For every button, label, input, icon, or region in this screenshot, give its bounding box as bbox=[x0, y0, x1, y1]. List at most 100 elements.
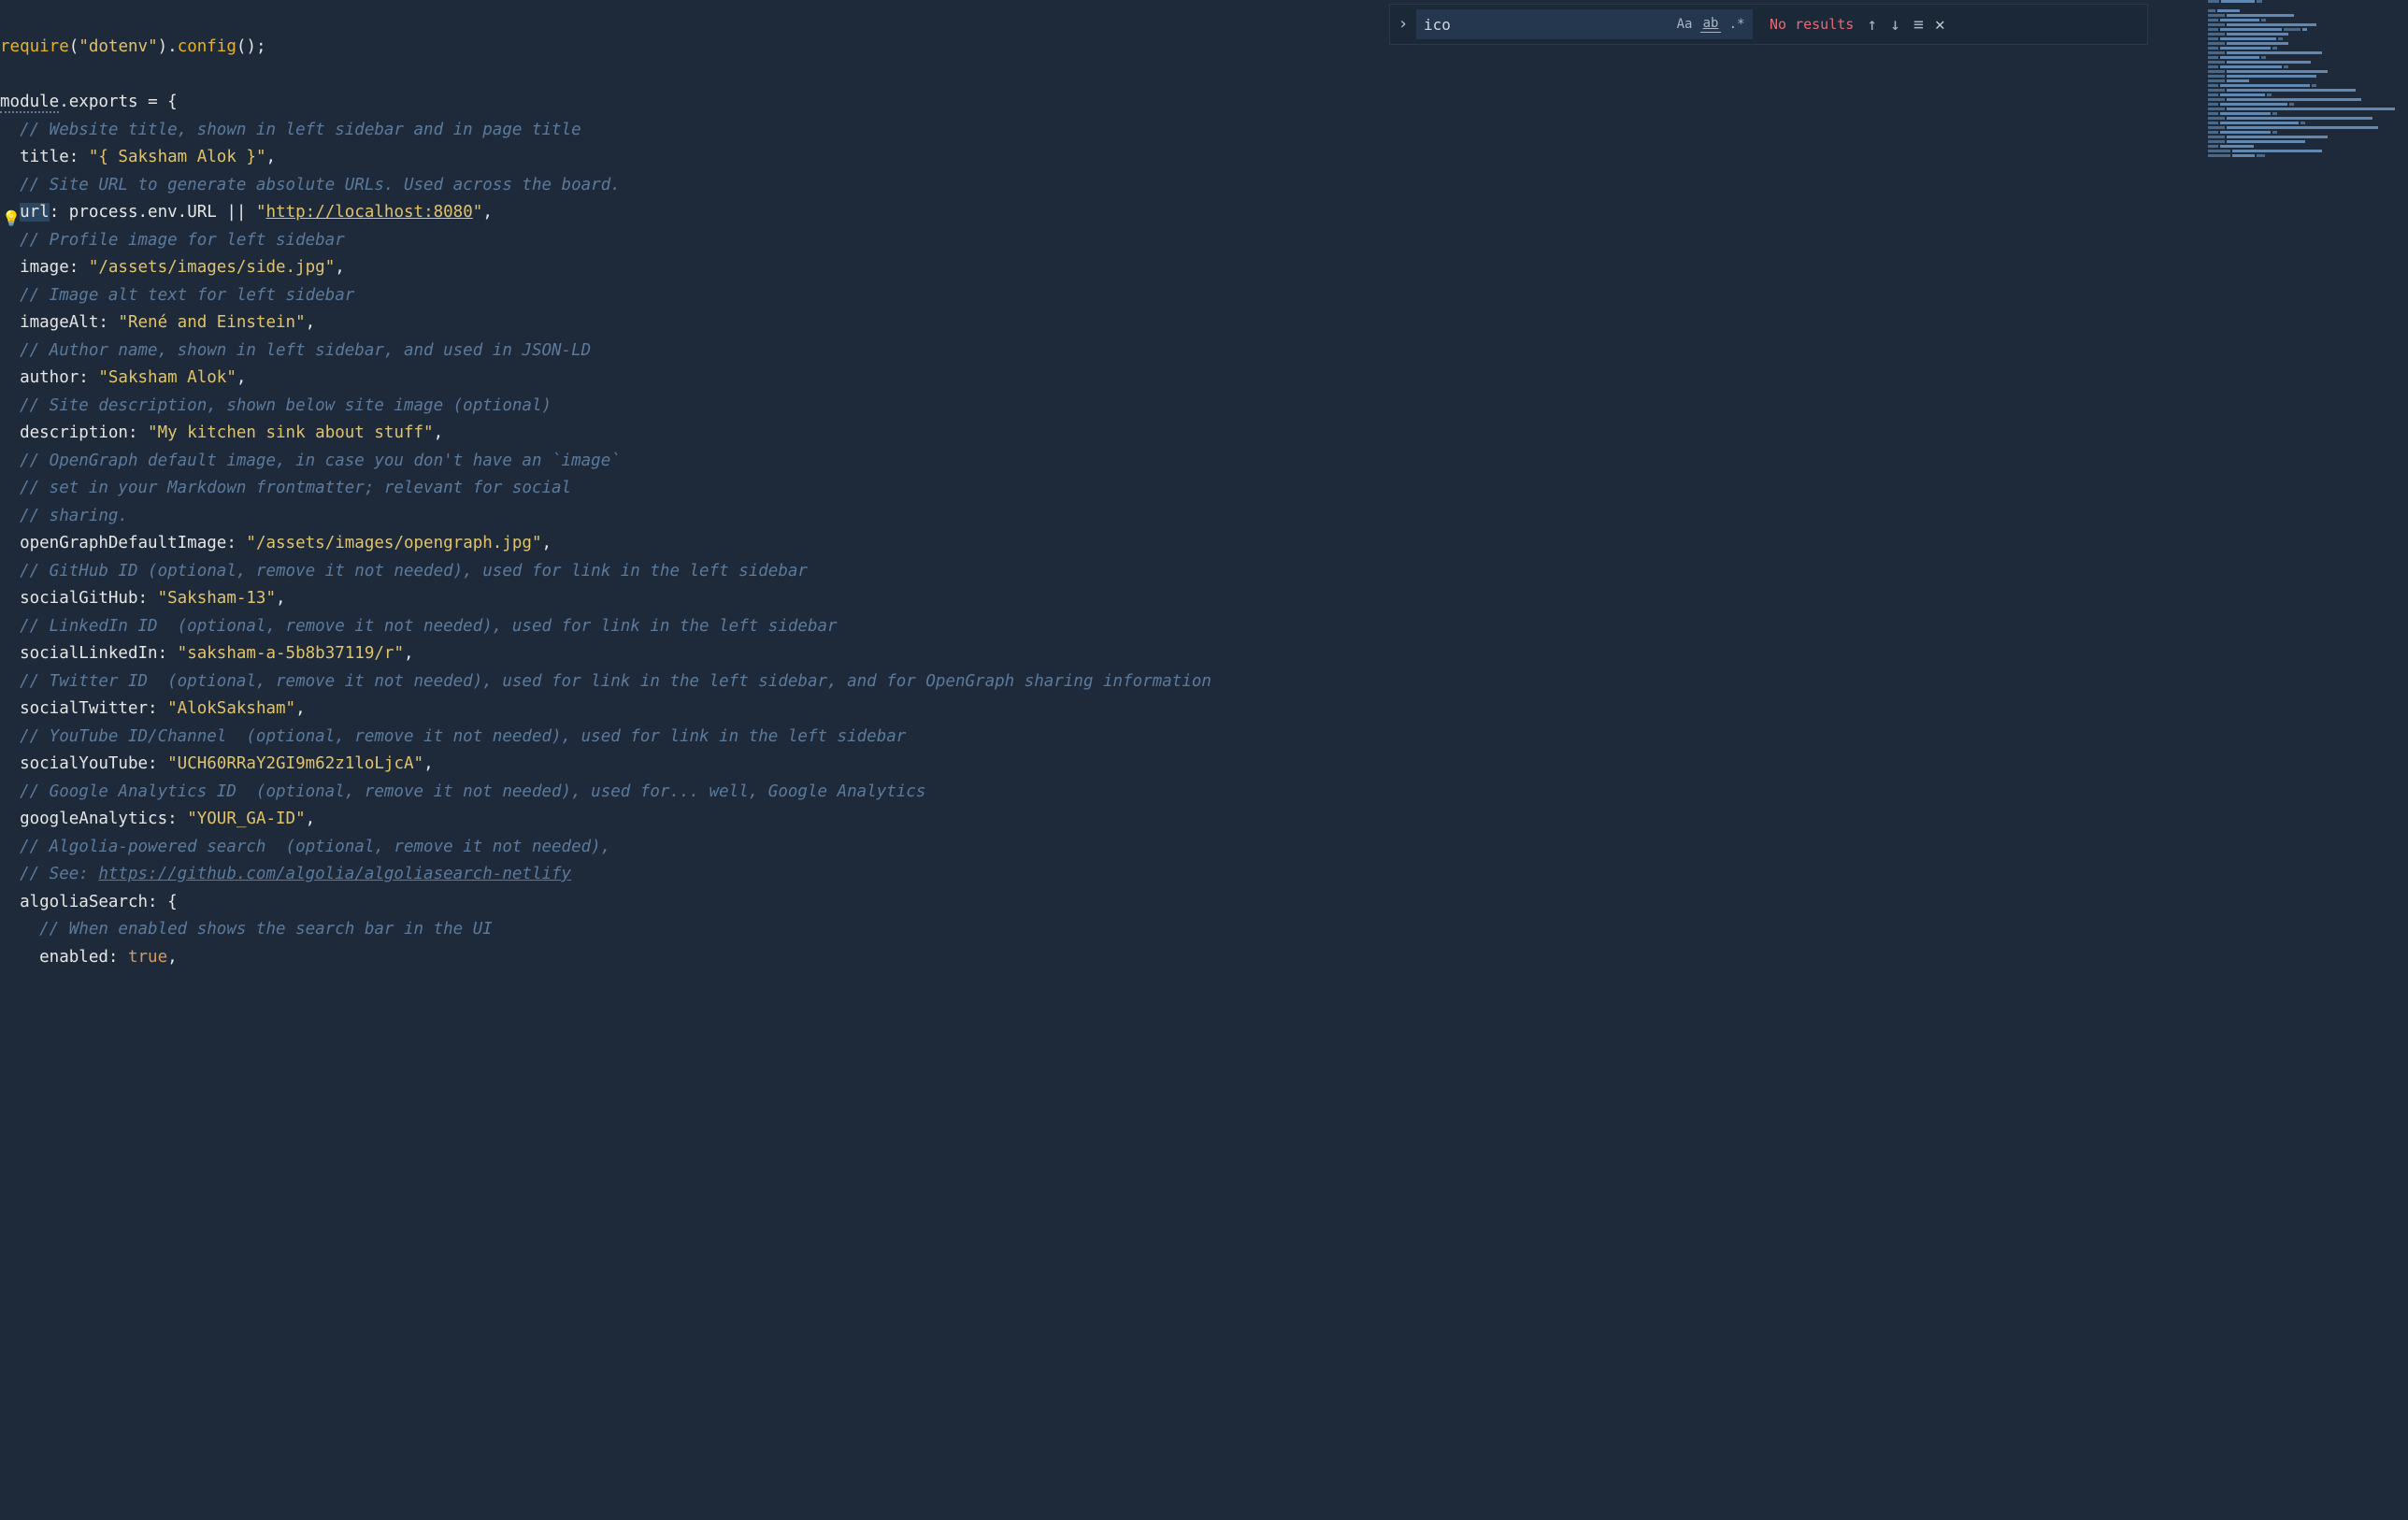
code-line[interactable]: // Site description, shown below site im… bbox=[0, 393, 2408, 421]
find-results-label: No results bbox=[1753, 16, 1867, 33]
token: "My kitchen sink about stuff" bbox=[148, 423, 434, 442]
code-line[interactable]: title: "{ Saksham Alok }", bbox=[0, 144, 2408, 172]
code-line[interactable]: // Site URL to generate absolute URLs. U… bbox=[0, 172, 2408, 200]
chevron-right-icon: › bbox=[1398, 15, 1409, 34]
token: , bbox=[265, 148, 276, 166]
token: , bbox=[295, 699, 306, 718]
token: socialGitHub: bbox=[0, 589, 158, 608]
token: require bbox=[0, 37, 69, 56]
code-line[interactable]: // Algolia-powered search (optional, rem… bbox=[0, 834, 2408, 862]
code-line[interactable]: image: "/assets/images/side.jpg", bbox=[0, 254, 2408, 282]
token: "saksham-a-5b8b37119/r" bbox=[178, 644, 404, 663]
code-line[interactable]: // Website title, shown in left sidebar … bbox=[0, 117, 2408, 145]
token-link[interactable]: http://localhost:8080 bbox=[266, 203, 473, 222]
token: : process.env.URL || bbox=[50, 203, 256, 222]
token: exports bbox=[69, 93, 138, 111]
token: // See: bbox=[0, 865, 98, 883]
token: , bbox=[423, 754, 434, 773]
token: , bbox=[306, 810, 316, 828]
token: // Twitter ID (optional, remove it not n… bbox=[0, 672, 1211, 691]
token: algoliaSearch: { bbox=[0, 893, 178, 911]
token: config bbox=[178, 37, 236, 56]
code-line[interactable]: imageAlt: "René and Einstein", bbox=[0, 309, 2408, 337]
token: . bbox=[167, 37, 178, 56]
token: "/assets/images/opengraph.jpg" bbox=[246, 534, 541, 552]
token: author: bbox=[0, 368, 98, 387]
code-line[interactable]: url: process.env.URL || "http://localhos… bbox=[0, 199, 2408, 227]
token: googleAnalytics: bbox=[0, 810, 187, 828]
find-nav: ↑ ↓ ≡ bbox=[1867, 15, 1924, 35]
code-line[interactable]: // Google Analytics ID (optional, remove… bbox=[0, 779, 2408, 807]
code-line[interactable]: module.exports = { bbox=[0, 89, 2408, 117]
token: // set in your Markdown frontmatter; rel… bbox=[0, 479, 571, 497]
token: "/assets/images/side.jpg" bbox=[89, 258, 335, 277]
token-link[interactable]: https://github.com/algolia/algoliasearch… bbox=[98, 865, 571, 883]
token: // sharing. bbox=[0, 507, 128, 525]
code-line[interactable]: // GitHub ID (optional, remove it not ne… bbox=[0, 558, 2408, 586]
code-line[interactable]: // Profile image for left sidebar bbox=[0, 227, 2408, 255]
token: // Image alt text for left sidebar bbox=[0, 286, 354, 305]
code-line[interactable]: algoliaSearch: { bbox=[0, 889, 2408, 917]
code-line[interactable]: // Twitter ID (optional, remove it not n… bbox=[0, 668, 2408, 696]
token: "Saksham-13" bbox=[158, 589, 276, 608]
code-line[interactable]: socialLinkedIn: "saksham-a-5b8b37119/r", bbox=[0, 640, 2408, 668]
find-next-button[interactable]: ↓ bbox=[1890, 15, 1900, 35]
token: // Website title, shown in left sidebar … bbox=[0, 121, 581, 139]
token: socialLinkedIn: bbox=[0, 644, 178, 663]
token: // OpenGraph default image, in case you … bbox=[0, 452, 621, 470]
code-line[interactable]: // OpenGraph default image, in case you … bbox=[0, 448, 2408, 476]
token: "{ Saksham Alok }" bbox=[89, 148, 266, 166]
code-line[interactable]: socialGitHub: "Saksham-13", bbox=[0, 585, 2408, 613]
find-input-container: Aa ab .* bbox=[1416, 9, 1753, 39]
lightbulb-icon[interactable]: 💡 bbox=[2, 209, 21, 227]
code-line[interactable]: // sharing. bbox=[0, 503, 2408, 531]
code-line[interactable]: googleAnalytics: "YOUR_GA-ID", bbox=[0, 806, 2408, 834]
code-line[interactable]: // set in your Markdown frontmatter; rel… bbox=[0, 475, 2408, 503]
token: image: bbox=[0, 258, 89, 277]
find-match-case[interactable]: Aa bbox=[1674, 17, 1695, 32]
code-line[interactable] bbox=[0, 62, 2408, 90]
token: module bbox=[0, 93, 59, 113]
token: // Author name, shown in left sidebar, a… bbox=[0, 341, 591, 360]
find-match-word[interactable]: ab bbox=[1700, 16, 1721, 33]
code-line[interactable]: enabled: true, bbox=[0, 944, 2408, 972]
token: , bbox=[335, 258, 345, 277]
find-input[interactable] bbox=[1424, 16, 1674, 34]
code-line[interactable]: openGraphDefaultImage: "/assets/images/o… bbox=[0, 530, 2408, 558]
find-selection-icon[interactable]: ≡ bbox=[1914, 15, 1924, 35]
find-regex[interactable]: .* bbox=[1727, 17, 1747, 32]
code-line[interactable]: // YouTube ID/Channel (optional, remove … bbox=[0, 724, 2408, 752]
code-line[interactable]: author: "Saksham Alok", bbox=[0, 365, 2408, 393]
selected-token: url bbox=[20, 203, 50, 222]
code-line[interactable]: // LinkedIn ID (optional, remove it not … bbox=[0, 613, 2408, 641]
token: "dotenv" bbox=[79, 37, 157, 56]
token: openGraphDefaultImage: bbox=[0, 534, 246, 552]
token: , bbox=[306, 313, 316, 332]
code-line[interactable]: description: "My kitchen sink about stuf… bbox=[0, 420, 2408, 448]
token: "YOUR_GA-ID" bbox=[187, 810, 305, 828]
code-line[interactable]: // When enabled shows the search bar in … bbox=[0, 916, 2408, 944]
token: "Saksham Alok" bbox=[98, 368, 236, 387]
code-line[interactable]: // Image alt text for left sidebar bbox=[0, 282, 2408, 310]
token: // YouTube ID/Channel (optional, remove … bbox=[0, 727, 906, 746]
code-line[interactable]: // Author name, shown in left sidebar, a… bbox=[0, 337, 2408, 366]
token: // LinkedIn ID (optional, remove it not … bbox=[0, 617, 838, 636]
minimap[interactable]: (function(){ var mm = document.currentSc… bbox=[2202, 0, 2408, 262]
token: (); bbox=[236, 37, 266, 56]
token: "UCH60RRaY2GI9m62z1loLjcA" bbox=[167, 754, 423, 773]
find-close-button[interactable]: ✕ bbox=[1924, 15, 1956, 35]
code-line[interactable]: socialTwitter: "AlokSaksham", bbox=[0, 695, 2408, 724]
token: " bbox=[473, 203, 483, 222]
token: // When enabled shows the search bar in … bbox=[0, 920, 493, 939]
code-line[interactable]: socialYouTube: "UCH60RRaY2GI9m62z1loLjcA… bbox=[0, 751, 2408, 779]
token: description: bbox=[0, 423, 148, 442]
find-toggle-replace[interactable]: › bbox=[1390, 5, 1416, 44]
code-line[interactable]: // See: https://github.com/algolia/algol… bbox=[0, 861, 2408, 889]
token: ) bbox=[158, 37, 168, 56]
token: "AlokSaksham" bbox=[167, 699, 295, 718]
code-editor[interactable]: 💡 require("dotenv").config(); module.exp… bbox=[0, 0, 2408, 1520]
token: "René and Einstein" bbox=[118, 313, 305, 332]
token: , bbox=[404, 644, 414, 663]
find-prev-button[interactable]: ↑ bbox=[1867, 15, 1877, 35]
token: // Google Analytics ID (optional, remove… bbox=[0, 782, 925, 801]
